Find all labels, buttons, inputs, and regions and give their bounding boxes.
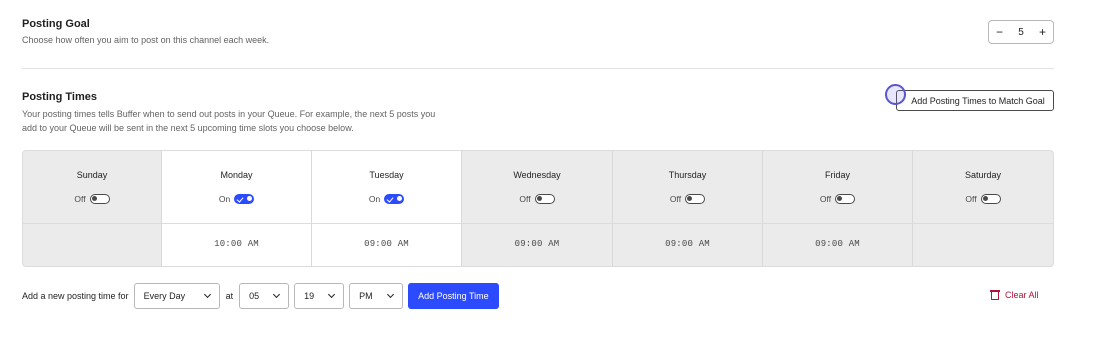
- day-name: Saturday: [964, 170, 1002, 180]
- day-column-saturday: Saturday Off: [913, 151, 1053, 266]
- toggle-status-label: On: [218, 194, 231, 204]
- chevron-down-icon: [203, 290, 211, 299]
- ampm-value: PM: [359, 291, 373, 301]
- add-posting-time-button[interactable]: Add Posting Time: [408, 283, 499, 309]
- increment-button[interactable]: +: [1039, 26, 1046, 38]
- add-posting-time-row: Add a new posting time for Every Day at …: [22, 283, 499, 309]
- frequency-value: Every Day: [143, 291, 186, 301]
- at-label: at: [225, 291, 234, 301]
- cursor-indicator: [885, 84, 906, 105]
- day-column-sunday: Sunday Off: [23, 151, 162, 266]
- day-column-monday: Monday On 10:00 AM: [162, 151, 312, 266]
- frequency-select[interactable]: Every Day: [133, 283, 220, 309]
- day-name: Friday: [824, 170, 850, 180]
- minute-select[interactable]: 19: [294, 283, 345, 309]
- day-toggle-monday[interactable]: [234, 194, 255, 204]
- posting-goal-description: Choose how often you aim to post on this…: [22, 35, 270, 45]
- day-column-friday: Friday Off 09:00 AM: [763, 151, 913, 266]
- add-posting-time-label: Add a new posting time for: [22, 291, 129, 301]
- toggle-status-label: Off: [965, 194, 977, 204]
- hour-select[interactable]: 05: [239, 283, 290, 309]
- time-slot[interactable]: 09:00 AM: [312, 239, 461, 249]
- posting-goal-title: Posting Goal: [22, 18, 90, 30]
- clear-all-label: Clear All: [1005, 290, 1039, 300]
- day-column-tuesday: Tuesday On 09:00 AM: [312, 151, 462, 266]
- day-name: Sunday: [76, 170, 108, 180]
- time-slot[interactable]: 09:00 AM: [613, 239, 762, 249]
- clear-all-button[interactable]: Clear All: [990, 290, 1039, 300]
- time-slot[interactable]: 10:00 AM: [162, 239, 311, 249]
- day-column-wednesday: Wednesday Off 09:00 AM: [462, 151, 613, 266]
- chevron-down-icon: [328, 290, 336, 299]
- day-name: Wednesday: [513, 170, 561, 180]
- minute-value: 19: [304, 291, 315, 301]
- chevron-down-icon: [387, 290, 395, 299]
- day-toggle-tuesday[interactable]: [384, 194, 405, 204]
- posting-times-title: Posting Times: [22, 91, 97, 103]
- day-toggle-friday[interactable]: [835, 194, 856, 204]
- time-slot[interactable]: 09:00 AM: [763, 239, 912, 249]
- posting-goal-stepper[interactable]: − 5 +: [988, 20, 1054, 44]
- toggle-status-label: Off: [74, 194, 86, 204]
- posting-times-description: Your posting times tells Buffer when to …: [22, 109, 436, 133]
- posting-goal-value: 5: [1018, 26, 1024, 38]
- hour-value: 05: [249, 291, 260, 301]
- day-toggle-thursday[interactable]: [685, 194, 706, 204]
- toggle-status-label: On: [368, 194, 381, 204]
- schedule-grid: Sunday Off Monday On 10:00 AM Tuesday On…: [22, 150, 1054, 267]
- toggle-status-label: Off: [669, 194, 682, 204]
- time-slot[interactable]: 09:00 AM: [462, 239, 612, 249]
- add-times-to-match-goal-button[interactable]: Add Posting Times to Match Goal: [896, 90, 1054, 111]
- day-toggle-wednesday[interactable]: [534, 194, 555, 204]
- decrement-button[interactable]: −: [996, 26, 1003, 38]
- toggle-status-label: Off: [519, 194, 531, 204]
- ampm-select[interactable]: PM: [349, 283, 404, 309]
- day-name: Thursday: [668, 170, 707, 180]
- chevron-down-icon: [273, 290, 281, 299]
- day-toggle-saturday[interactable]: [980, 194, 1001, 204]
- toggle-status-label: Off: [819, 194, 832, 204]
- trash-icon: [990, 290, 1000, 300]
- day-name: Monday: [220, 170, 253, 180]
- section-divider: [22, 68, 1054, 69]
- day-column-thursday: Thursday Off 09:00 AM: [613, 151, 763, 266]
- day-name: Tuesday: [369, 170, 404, 180]
- day-toggle-sunday[interactable]: [89, 194, 110, 204]
